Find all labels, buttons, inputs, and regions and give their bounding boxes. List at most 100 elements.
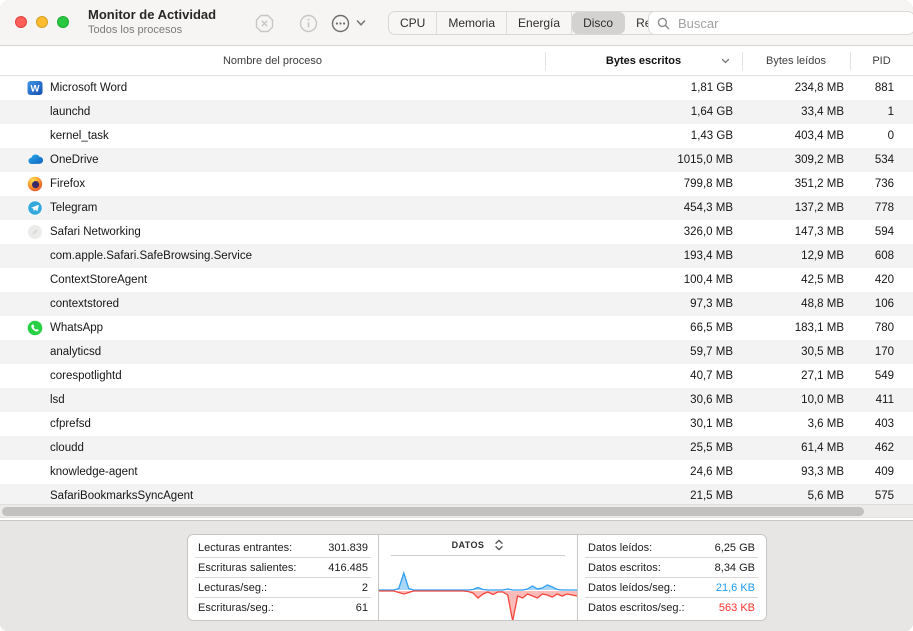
process-name: ContextStoreAgent	[50, 274, 148, 286]
process-row[interactable]: Safari Networking 326,0 MB 147,3 MB 594	[0, 220, 913, 244]
telegram-app-icon-wrap	[27, 200, 43, 216]
horizontal-scrollbar[interactable]	[0, 504, 913, 518]
bytes-read-value: 27,1 MB	[801, 370, 844, 382]
stat-value: 21,6 KB	[715, 581, 755, 594]
process-row[interactable]: knowledge-agent 24,6 MB 93,3 MB 409	[0, 460, 913, 484]
column-divider[interactable]	[850, 52, 851, 70]
bytes-read-value: 30,5 MB	[801, 346, 844, 358]
stat-label: Escrituras/seg.:	[198, 601, 274, 614]
bytes-written-value: 30,1 MB	[690, 418, 733, 430]
chart-mode-label: DATOS	[451, 540, 485, 550]
bytes-written-value: 1,81 GB	[690, 82, 733, 94]
bytes-read-value: 33,4 MB	[801, 106, 844, 118]
column-header-pid[interactable]: PID	[850, 46, 913, 76]
whatsapp-app-icon	[27, 320, 43, 336]
pid-value: 409	[874, 466, 894, 478]
pid-value: 608	[874, 250, 894, 262]
process-row[interactable]: W Microsoft Word 1,81 GB 234,8 MB 881	[0, 76, 913, 100]
column-divider[interactable]	[742, 52, 743, 70]
process-row[interactable]: contextstored 97,3 MB 48,8 MB 106	[0, 292, 913, 316]
pid-value: 420	[874, 274, 894, 286]
inspect-process-button[interactable]	[296, 11, 320, 35]
minimize-button[interactable]	[36, 16, 48, 28]
svg-text:W: W	[31, 84, 40, 95]
bytes-read-value: 48,8 MB	[801, 298, 844, 310]
process-row[interactable]: Telegram 454,3 MB 137,2 MB 778	[0, 196, 913, 220]
safari-networking-app-icon-wrap	[27, 224, 43, 240]
column-header-nombre-del-proceso[interactable]: Nombre del proceso	[0, 46, 545, 76]
telegram-app-icon	[27, 200, 43, 216]
bytes-read-value: 183,1 MB	[794, 322, 844, 334]
disk-stats-box: Lecturas entrantes: 301.839 Escrituras sal…	[187, 534, 767, 621]
search-field[interactable]	[648, 11, 913, 35]
process-row[interactable]: com.apple.Safari.SafeBrowsing.Service 193…	[0, 244, 913, 268]
activity-monitor-window: Monitor de Actividad Todos los procesos	[0, 0, 913, 631]
stat-row: Escrituras/seg.: 61	[195, 598, 371, 617]
quit-process-button[interactable]	[252, 11, 276, 35]
tab-energía[interactable]: Energía	[507, 12, 573, 34]
stat-row: Datos leídos/seg.: 21,6 KB	[585, 578, 758, 598]
close-button[interactable]	[15, 16, 27, 28]
process-row[interactable]: WhatsApp 66,5 MB 183,1 MB 780	[0, 316, 913, 340]
chevron-down-icon[interactable]	[355, 17, 367, 29]
column-divider[interactable]	[545, 52, 546, 70]
column-header-bytes-leidos[interactable]: Bytes leídos	[742, 46, 850, 76]
bytes-written-value: 100,4 MB	[683, 274, 733, 286]
tab-cpu[interactable]: CPU	[389, 12, 438, 34]
bytes-read-value: 10,0 MB	[801, 394, 844, 406]
bytes-read-value: 147,3 MB	[794, 226, 844, 238]
process-row[interactable]: Firefox 799,8 MB 351,2 MB 736	[0, 172, 913, 196]
process-row[interactable]: OneDrive 1015,0 MB 309,2 MB 534	[0, 148, 913, 172]
info-icon	[299, 14, 317, 32]
process-name: knowledge-agent	[50, 466, 138, 478]
stat-row: Datos escritos/seg.: 563 KB	[585, 598, 758, 617]
process-row[interactable]: lsd 30,6 MB 10,0 MB 411	[0, 388, 913, 412]
process-row[interactable]: corespotlightd 40,7 MB 27,1 MB 549	[0, 364, 913, 388]
more-options-icon	[331, 14, 349, 32]
stat-label: Datos leídos/seg.:	[588, 581, 677, 594]
pid-value: 736	[874, 178, 894, 190]
bytes-written-value: 40,7 MB	[690, 370, 733, 382]
pid-value: 534	[874, 154, 894, 166]
zoom-button[interactable]	[57, 16, 69, 28]
bytes-written-value: 193,4 MB	[683, 250, 733, 262]
pid-value: 881	[874, 82, 894, 94]
view-segmented-control: CPUMemoriaEnergíaDiscoRed	[388, 11, 671, 35]
stat-label: Escrituras salientes:	[198, 561, 297, 574]
tab-disco[interactable]: Disco	[572, 12, 626, 34]
search-icon	[657, 17, 670, 29]
process-row[interactable]: launchd 1,64 GB 33,4 MB 1	[0, 100, 913, 124]
stat-label: Lecturas entrantes:	[198, 541, 293, 554]
process-row[interactable]: kernel_task 1,43 GB 403,4 MB 0	[0, 124, 913, 148]
bytes-written-value: 799,8 MB	[683, 178, 733, 190]
more-options-button[interactable]	[328, 11, 352, 35]
quit-process-icon	[255, 14, 273, 32]
table-header: Nombre del proceso Bytes escritos Bytes …	[0, 46, 913, 76]
column-header-label: Nombre del proceso	[222, 55, 323, 67]
column-header-bytes-escritos[interactable]: Bytes escritos	[545, 46, 742, 76]
process-row[interactable]: ContextStoreAgent 100,4 MB 42,5 MB 420	[0, 268, 913, 292]
bytes-read-value: 403,4 MB	[794, 130, 844, 142]
window-subtitle: Todos los procesos	[88, 24, 183, 36]
horizontal-scrollbar-thumb[interactable]	[2, 507, 864, 516]
bytes-read-value: 234,8 MB	[794, 82, 844, 94]
stat-label: Lecturas/seg.:	[198, 581, 268, 594]
process-row[interactable]: cloudd 25,5 MB 61,4 MB 462	[0, 436, 913, 460]
stat-value: 6,25 GB	[714, 541, 755, 554]
chart-mode-stepper-icon[interactable]	[494, 539, 504, 551]
title-block: Monitor de Actividad Todos los procesos	[88, 7, 216, 37]
search-input[interactable]	[676, 14, 906, 32]
bytes-written-value: 1,64 GB	[690, 106, 733, 118]
bytes-read-value: 351,2 MB	[794, 178, 844, 190]
window-title: Monitor de Actividad	[88, 7, 217, 22]
pid-value: 462	[874, 442, 894, 454]
stat-value: 61	[355, 601, 368, 614]
tab-memoria[interactable]: Memoria	[437, 12, 508, 34]
firefox-app-icon	[27, 176, 43, 192]
process-table: W Microsoft Word 1,81 GB 234,8 MB 881 launchd…	[0, 76, 913, 520]
process-name: cloudd	[50, 442, 84, 454]
process-name: OneDrive	[50, 154, 99, 166]
process-row[interactable]: cfprefsd 30,1 MB 3,6 MB 403	[0, 412, 913, 436]
process-row[interactable]: analyticsd 59,7 MB 30,5 MB 170	[0, 340, 913, 364]
data-volume-stats: Datos leídos: 6,25 GB Datos escritos: 8,34 …	[577, 535, 765, 620]
